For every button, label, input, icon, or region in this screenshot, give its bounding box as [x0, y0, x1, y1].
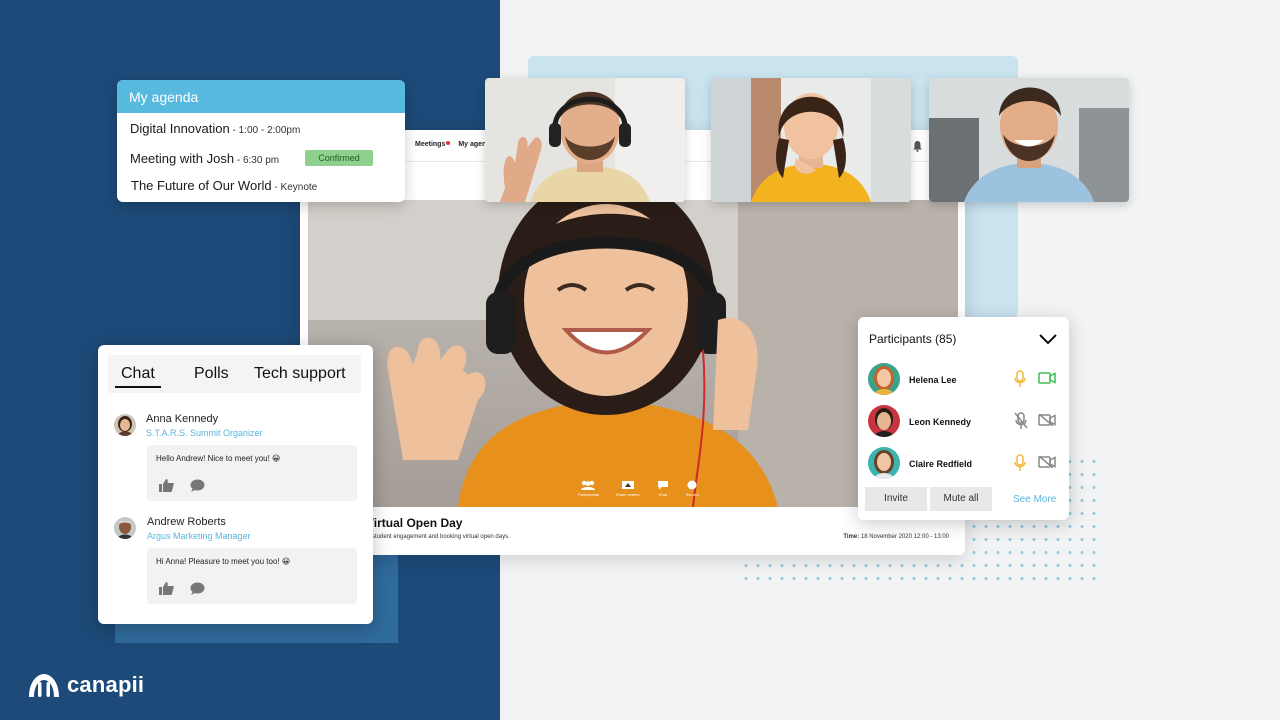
chat-tabs: Chat Polls Tech support [108, 355, 361, 393]
agenda-item[interactable]: Meeting with Josh - 6:30 pm [130, 151, 279, 166]
participant-video [929, 78, 1129, 202]
avatar [114, 414, 136, 436]
message-text: Hello Andrew! Nice to meet you! 😀 [156, 454, 281, 463]
participants-control[interactable]: Participants [578, 480, 599, 497]
message-actions [159, 479, 205, 492]
tab-polls[interactable]: Polls [194, 355, 229, 383]
agenda-title: My agenda [117, 80, 405, 113]
brand-name: canapii [67, 672, 145, 697]
record-icon [687, 480, 697, 490]
video-thumbnail-2[interactable] [711, 78, 911, 202]
thumbs-up-icon[interactable] [159, 479, 174, 492]
participant-video [485, 78, 685, 202]
message-bubble: Hi Anna! Pleasure to meet you too! 😀 [147, 548, 357, 604]
chevron-down-icon[interactable] [1039, 331, 1057, 349]
camera-icon[interactable] [1038, 371, 1056, 389]
accent-strip [965, 200, 1017, 320]
participant-name: Claire Redfield [909, 459, 973, 469]
record-control[interactable]: Record [686, 480, 699, 497]
participants-panel: Participants (85) Helena Lee Leon Kenned… [858, 317, 1069, 520]
chat-panel: Chat Polls Tech support Anna Kennedy S.T… [98, 345, 373, 624]
message-actions [159, 582, 205, 595]
avatar [868, 447, 900, 479]
tab-chat[interactable]: Chat [115, 355, 161, 388]
agenda-item[interactable]: The Future of Our World - Keynote [131, 178, 317, 193]
video-thumbnail-1[interactable] [485, 78, 685, 202]
message-bubble: Hello Andrew! Nice to meet you! 😀 [147, 445, 357, 501]
participant-name: Leon Kennedy [909, 417, 972, 427]
share-screen-control[interactable]: Share screen [616, 480, 640, 497]
mic-icon[interactable] [1014, 454, 1026, 477]
participant-row: Claire Redfield [868, 447, 1058, 481]
mic-icon[interactable] [1014, 370, 1026, 393]
message-author-role: Argus Marketing Manager [147, 531, 251, 541]
participant-row: Leon Kennedy [868, 405, 1058, 439]
participant-row: Helena Lee [868, 363, 1058, 397]
accent-block-side [373, 555, 398, 643]
reply-icon[interactable] [190, 479, 205, 492]
participant-name: Helena Lee [909, 375, 957, 385]
agenda-item[interactable]: Digital Innovation - 1:00 - 2:00pm [130, 121, 300, 136]
event-title: Virtual Open Day [366, 516, 463, 530]
event-time: Time: 18 November 2020 12:00 - 13:00 [843, 534, 949, 540]
tab-tech-support[interactable]: Tech support [254, 355, 346, 383]
camera-off-icon[interactable] [1038, 455, 1056, 473]
avatar [114, 517, 136, 539]
screen-icon [621, 481, 634, 489]
reply-icon[interactable] [190, 582, 205, 595]
message-author: Andrew Roberts [147, 516, 226, 528]
event-description: student engagement and booking virtual o… [372, 534, 510, 540]
notification-dot [446, 141, 451, 145]
bell-icon[interactable] [912, 140, 923, 155]
top-nav: Meetings My agenda [415, 141, 495, 148]
people-icon [581, 480, 596, 490]
brand-logo: canapii [27, 672, 144, 698]
confirmed-badge: Confirmed [305, 150, 373, 166]
message-author-role: S.T.A.R.S. Summit Organizer [146, 428, 263, 438]
chat-control[interactable]: Chat [657, 480, 669, 497]
see-more-link[interactable]: See More [1013, 494, 1056, 505]
mic-muted-icon[interactable] [1014, 412, 1028, 435]
video-controls: Participants Share screen Chat Record [578, 480, 699, 497]
avatar [868, 405, 900, 437]
participant-video [711, 78, 911, 202]
mute-all-button[interactable]: Mute all [930, 487, 992, 511]
agenda-card: My agenda Digital Innovation - 1:00 - 2:… [117, 80, 405, 202]
nav-meetings[interactable]: Meetings [415, 141, 451, 148]
chat-icon [657, 481, 668, 490]
canapii-logo-icon [29, 674, 59, 697]
avatar [868, 363, 900, 395]
video-thumbnail-3[interactable] [929, 78, 1129, 202]
participants-title: Participants (85) [869, 332, 957, 346]
invite-button[interactable]: Invite [865, 487, 927, 511]
camera-off-icon[interactable] [1038, 413, 1056, 431]
thumbs-up-icon[interactable] [159, 582, 174, 595]
message-author: Anna Kennedy [146, 413, 219, 425]
message-text: Hi Anna! Pleasure to meet you too! 😀 [156, 557, 291, 566]
